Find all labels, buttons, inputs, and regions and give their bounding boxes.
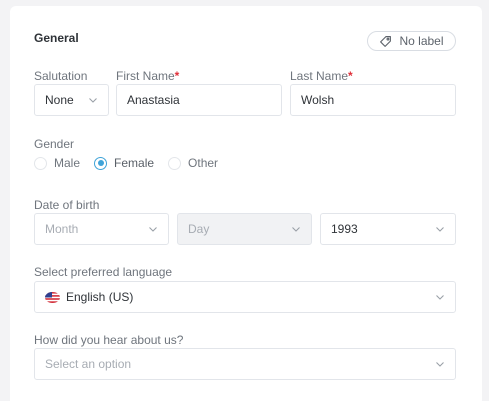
gender-label: Gender — [34, 137, 75, 151]
chevron-down-icon — [436, 295, 444, 300]
tag-icon — [380, 35, 392, 47]
referral-placeholder: Select an option — [45, 357, 132, 371]
gender-option-female[interactable]: Female — [94, 156, 154, 170]
last-name-input[interactable]: Wolsh — [290, 84, 456, 116]
language-value: English (US) — [66, 290, 134, 304]
radio-button-checked[interactable] — [94, 156, 108, 170]
referral-label: How did you hear about us? — [34, 333, 184, 347]
gender-option-label: Male — [54, 156, 81, 170]
dob-month-placeholder: Month — [45, 222, 79, 236]
chevron-down-icon — [436, 227, 444, 232]
language-select[interactable]: English (US) — [34, 281, 456, 313]
dob-day-select[interactable]: Day — [177, 213, 312, 245]
chevron-down-icon — [149, 227, 157, 232]
first-name-input[interactable]: Anastasia — [116, 84, 282, 116]
chevron-down-icon — [436, 362, 444, 367]
gender-option-label: Female — [114, 156, 155, 170]
section-title: General — [34, 31, 79, 45]
last-name-label: Last Name* — [290, 69, 353, 83]
first-name-value: Anastasia — [127, 93, 180, 107]
salutation-value: None — [45, 93, 74, 107]
radio-button[interactable] — [168, 156, 182, 170]
language-selected: English (US) — [45, 290, 133, 304]
dob-year-value: 1993 — [331, 222, 358, 236]
radio-button[interactable] — [34, 156, 47, 170]
dob-year-select[interactable]: 1993 — [320, 213, 456, 245]
chevron-down-icon — [292, 227, 300, 232]
first-name-label: First Name* — [116, 69, 179, 83]
gender-radio-group: Male Female Other — [34, 156, 218, 170]
required-mark: * — [174, 69, 180, 83]
general-form-card: General No label Salutation None First N… — [10, 6, 482, 401]
language-label: Select preferred language — [34, 265, 173, 279]
dob-label: Date of birth — [34, 198, 100, 212]
no-label-text: No label — [399, 34, 444, 48]
gender-option-other[interactable]: Other — [168, 156, 218, 170]
dob-day-placeholder: Day — [188, 222, 210, 236]
dob-month-select[interactable]: Month — [34, 213, 169, 245]
last-name-label-text: Last Name — [290, 69, 349, 83]
chevron-down-icon — [89, 98, 97, 103]
no-label-button[interactable]: No label — [367, 31, 456, 51]
referral-select[interactable]: Select an option — [34, 348, 456, 380]
us-flag-icon — [45, 291, 60, 303]
last-name-value: Wolsh — [301, 93, 335, 107]
salutation-label: Salutation — [34, 69, 88, 83]
gender-option-male[interactable]: Male — [34, 156, 80, 170]
required-mark: * — [348, 69, 353, 83]
gender-option-label: Other — [188, 156, 219, 170]
salutation-select[interactable]: None — [34, 84, 109, 116]
first-name-label-text: First Name — [116, 69, 175, 83]
